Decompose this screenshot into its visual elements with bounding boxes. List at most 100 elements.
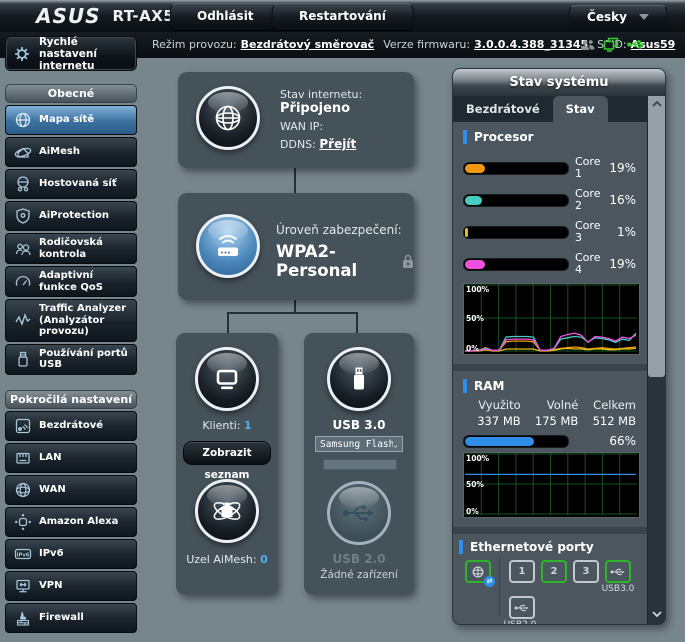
- cpu-core-percent: 19%: [607, 161, 638, 175]
- wan-ip-label: WAN IP:: [280, 120, 323, 133]
- tab-status[interactable]: Stav: [553, 96, 608, 122]
- internet-status-value: Připojeno: [280, 101, 362, 116]
- clients-icon[interactable]: [580, 38, 595, 52]
- lan-port-1[interactable]: 1: [509, 560, 535, 583]
- clients-monitor-icon[interactable]: [195, 347, 259, 411]
- usb-stick-icon: [12, 348, 34, 370]
- security-level-card[interactable]: Úroveň zabezpečení: WPA2-Personal: [178, 193, 414, 300]
- connector-line: [294, 168, 296, 193]
- accent-bar: [463, 130, 467, 144]
- ram-section: RAM Využito Volné Celkem 337 MB 175 MB 5…: [453, 371, 648, 527]
- usb2-port-icon-small[interactable]: [509, 596, 535, 619]
- cpu-core-row: Core2 16%: [463, 184, 638, 216]
- wired-devices-icon[interactable]: [603, 37, 619, 52]
- ram-used-value: 337 MB: [463, 414, 521, 428]
- sidebar-item-network-map[interactable]: Mapa sítě: [5, 105, 137, 135]
- sidebar-item-traffic-analyzer[interactable]: Traffic Analyzer (Analyzátor provozu): [5, 299, 137, 342]
- sidebar-item-label: Bezdrátové: [39, 420, 103, 432]
- usb3-drive-icon[interactable]: [327, 347, 391, 411]
- sidebar-item-aiprotection[interactable]: AiProtection: [5, 201, 137, 231]
- usb-status-icon[interactable]: [627, 38, 645, 51]
- security-level-value: WPA2-Personal: [276, 242, 396, 280]
- sidebar-item-wan[interactable]: WAN: [5, 475, 137, 505]
- language-select[interactable]: Česky: [569, 5, 667, 29]
- aimesh-node-icon[interactable]: [195, 479, 259, 543]
- cpu-history-chart: 100% 50% 0%: [463, 283, 640, 355]
- usb-card: USB 3.0 Samsung Flash I ⌄ USB 2.0 Žádné …: [304, 333, 414, 595]
- ram-total-label: Celkem: [578, 398, 636, 412]
- sidebar-item-label: Hostovaná síť: [39, 178, 117, 190]
- operation-mode-link[interactable]: Bezdrátový směrovač: [241, 38, 375, 51]
- scroll-up-arrow[interactable]: [648, 96, 665, 112]
- sidebar-nav: Obecné Mapa sítě AiMesh Hostovaná síť Ai…: [5, 84, 137, 635]
- firmware-link[interactable]: 3.0.0.4.388_31345: [474, 38, 588, 51]
- scroll-down-arrow[interactable]: [648, 606, 665, 622]
- sidebar-item-label: Rodičovská kontrola: [39, 237, 134, 260]
- wireless-icon: [12, 415, 34, 437]
- guest-network-icon: [12, 173, 34, 195]
- sidebar-section-general: Obecné: [5, 84, 137, 103]
- vpn-icon: [12, 575, 34, 597]
- tab-wireless[interactable]: Bezdrátové: [453, 96, 553, 122]
- qos-gauge-icon: [12, 271, 34, 293]
- ram-percent: 66%: [567, 434, 638, 448]
- ddns-link[interactable]: Přejít: [319, 137, 356, 151]
- sidebar-item-label: Firewall: [39, 612, 84, 624]
- scrollbar-thumb[interactable]: [648, 112, 665, 377]
- reboot-button[interactable]: Restartování: [272, 3, 413, 29]
- connector-line: [227, 312, 229, 333]
- accent-bar: [459, 540, 463, 554]
- sidebar-item-aimesh[interactable]: AiMesh: [5, 137, 137, 167]
- panel-tabs: Bezdrátové Stav: [453, 96, 648, 122]
- sidebar-item-guest-network[interactable]: Hostovaná síť: [5, 169, 137, 199]
- usb-usage-bar: [323, 459, 397, 470]
- usb-device-select[interactable]: Samsung Flash I ⌄: [315, 436, 403, 452]
- router-icon[interactable]: [196, 214, 260, 278]
- sidebar-item-usb-apps[interactable]: Používání portů USB: [5, 344, 137, 375]
- logout-button[interactable]: Odhlásit: [170, 3, 281, 29]
- sidebar-item-label: Mapa sítě: [39, 114, 94, 126]
- ram-history-chart: 100% 50% 0%: [463, 452, 640, 518]
- sidebar-item-adaptive-qos[interactable]: Adaptivní funkce QoS: [5, 266, 137, 297]
- cpu-core-percent: 19%: [607, 257, 638, 271]
- sidebar-gap: [5, 377, 137, 390]
- internet-status-card[interactable]: Stav internetu: Připojeno WAN IP: DDNS: …: [178, 72, 414, 168]
- shield-icon: [12, 205, 34, 227]
- internet-globe-icon[interactable]: [196, 86, 260, 150]
- usb-device-name: Samsung Flash I: [320, 439, 393, 450]
- ipv6-icon: IPv6: [12, 543, 34, 565]
- lan-port-2[interactable]: 2: [541, 560, 567, 583]
- sidebar-item-amazon-alexa[interactable]: Amazon Alexa: [5, 507, 137, 537]
- panel-scrollbar[interactable]: [647, 96, 665, 624]
- cpu-core-bar: [463, 194, 569, 207]
- system-status-panel: Stav systému Bezdrátové Stav Procesor Co…: [452, 68, 666, 625]
- svg-text:IPv6: IPv6: [17, 552, 30, 558]
- sidebar-item-ipv6[interactable]: IPv6 IPv6: [5, 539, 137, 569]
- view-client-list-button[interactable]: Zobrazit seznam: [183, 441, 271, 465]
- network-map-icon: [12, 109, 34, 131]
- usb2-port-icon[interactable]: [327, 481, 391, 545]
- operation-mode-label: Režim provozu:: [152, 38, 237, 51]
- wan-refresh-badge: ⇄: [484, 576, 495, 587]
- lan-port-3[interactable]: 3: [573, 560, 599, 583]
- usb3-port-icon[interactable]: [605, 560, 631, 583]
- usb3-port-label: USB3.0: [595, 584, 641, 594]
- sidebar-item-label: IPv6: [39, 548, 64, 560]
- sidebar-item-lan[interactable]: LAN: [5, 443, 137, 473]
- alexa-icon: [12, 511, 34, 533]
- sidebar-item-vpn[interactable]: VPN: [5, 571, 137, 601]
- lan-port-icon: [12, 447, 34, 469]
- quick-internet-setup-button[interactable]: Rychlé nastavení internetu: [5, 36, 137, 71]
- status-icons: [580, 37, 645, 52]
- sidebar-item-parental-controls[interactable]: Rodičovská kontrola: [5, 233, 137, 264]
- sidebar-item-firewall[interactable]: Firewall: [5, 603, 137, 633]
- router-admin-page: ASUS RT-AX59U Odhlásit Restartování Česk…: [0, 0, 685, 642]
- ram-usage-bar: [463, 435, 569, 448]
- wan-port-icon[interactable]: ⇄: [465, 560, 491, 583]
- cpu-section: Procesor Core1 19% Core2 16% Core3 1%: [453, 122, 648, 364]
- aimesh-icon: [12, 141, 34, 163]
- ram-total-value: 512 MB: [578, 414, 636, 428]
- security-level-label: Úroveň zabezpečení:: [276, 223, 414, 237]
- sidebar-item-wireless[interactable]: Bezdrátové: [5, 411, 137, 441]
- cpu-core-bar: [463, 162, 569, 175]
